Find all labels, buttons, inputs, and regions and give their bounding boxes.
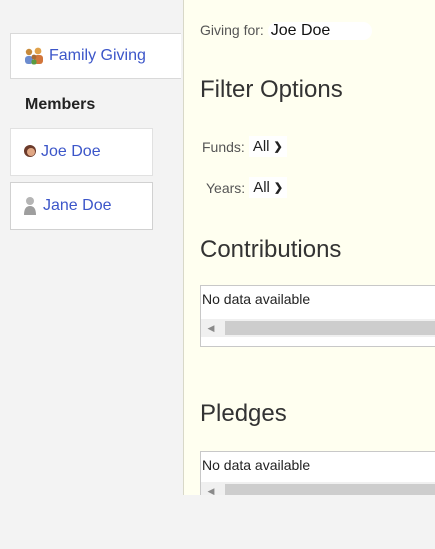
scroll-left-icon[interactable]: ◀ — [203, 319, 219, 337]
family-icon — [23, 46, 45, 66]
sidebar-item-family-giving-label: Family Giving — [49, 47, 146, 64]
sidebar-item-joe-doe-label: Joe Doe — [41, 143, 101, 160]
sidebar-item-jane-doe-label: Jane Doe — [43, 197, 112, 214]
giving-for: Giving for: Joe Doe — [200, 22, 373, 40]
giving-app: Family Giving Members Joe Doe Jane Doe G… — [0, 0, 435, 495]
sidebar: Family Giving Members Joe Doe Jane Doe — [0, 0, 183, 495]
person-placeholder-icon — [23, 196, 39, 216]
funds-filter: Funds: All ❯ — [202, 136, 287, 157]
scrollbar-thumb[interactable] — [225, 484, 435, 495]
years-select[interactable]: All ❯ — [249, 177, 288, 198]
contributions-empty-message: No data available — [202, 291, 311, 307]
pledges-empty-message: No data available — [202, 457, 311, 473]
giving-panel: Giving for: Joe Doe Filter Options Funds… — [183, 0, 435, 495]
years-filter: Years: All ❯ — [206, 177, 288, 198]
scrollbar-thumb[interactable] — [225, 321, 435, 335]
pledges-scrollbar[interactable]: ◀ — [201, 482, 435, 495]
giving-for-label: Giving for: — [200, 22, 264, 38]
contributions-scrollbar[interactable]: ◀ — [201, 319, 435, 337]
funds-select[interactable]: All ❯ — [248, 136, 287, 157]
years-label: Years: — [206, 179, 246, 196]
years-select-value: All — [253, 179, 270, 196]
contributions-title: Contributions — [200, 236, 342, 263]
person-photo-icon — [23, 142, 37, 162]
sidebar-item-jane-doe[interactable]: Jane Doe — [10, 182, 153, 230]
chevron-down-icon: ❯ — [273, 141, 283, 153]
sidebar-item-family-giving[interactable]: Family Giving — [10, 33, 181, 79]
funds-select-value: All — [252, 138, 270, 155]
funds-label: Funds: — [202, 138, 245, 155]
scroll-left-icon[interactable]: ◀ — [203, 482, 219, 496]
members-heading: Members — [25, 96, 96, 113]
contributions-grid: No data available ◀ — [200, 285, 435, 347]
pledges-grid: No data available ◀ — [200, 451, 435, 495]
sidebar-item-joe-doe[interactable]: Joe Doe — [10, 128, 153, 176]
chevron-down-icon: ❯ — [273, 182, 284, 194]
giving-for-name: Joe Doe — [267, 22, 373, 40]
pledges-title: Pledges — [200, 400, 287, 427]
filter-options-title: Filter Options — [200, 76, 343, 103]
